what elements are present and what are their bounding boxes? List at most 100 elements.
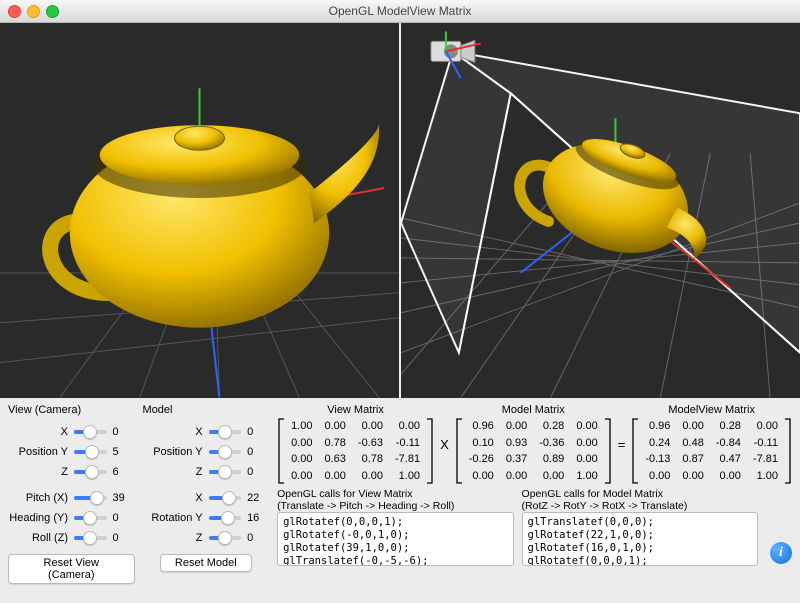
slider-label: Heading (Y) <box>8 512 74 524</box>
calls-code[interactable]: glRotatef(0,0,0,1);glRotatef(-0,0,1,0);g… <box>277 512 513 566</box>
bracket-right-icon <box>604 418 612 484</box>
slider-track[interactable] <box>209 496 242 500</box>
window-title: OpenGL ModelView Matrix <box>0 4 800 18</box>
slider-list: X0Position Y5Z6Pitch (X)39Heading (Y)0Ro… <box>8 422 135 548</box>
matrix-cell: 0.96 <box>463 418 500 435</box>
slider-track[interactable] <box>209 430 242 434</box>
info-button[interactable]: i <box>770 542 792 564</box>
matrix-cell: 0.78 <box>318 435 351 452</box>
matrix-cell: 1.00 <box>389 468 426 485</box>
slider-value: 0 <box>113 532 135 544</box>
view-calls: OpenGL calls for View Matrix(Translate -… <box>277 488 513 566</box>
calls-subtitle: (Translate -> Pitch -> Heading -> Roll) <box>277 500 513 512</box>
matrix-cell: 0.63 <box>318 451 351 468</box>
slider-track[interactable] <box>209 516 242 520</box>
slider-track[interactable] <box>74 516 107 520</box>
matrix-cell: 0.00 <box>676 418 709 435</box>
matrix-title: ModelView Matrix <box>668 404 755 416</box>
slider-value: 5 <box>113 446 135 458</box>
matrix-cell: -0.63 <box>352 435 389 452</box>
slider-track[interactable] <box>74 536 107 540</box>
slider-row: Z0 <box>143 528 270 548</box>
slider-label: Position Y <box>143 446 209 458</box>
slider-row: X0 <box>8 422 135 442</box>
slider-track[interactable] <box>74 430 107 434</box>
slider-label: Rotation Y <box>143 512 209 524</box>
matrix-cell: 0.00 <box>747 418 784 435</box>
slider-track[interactable] <box>209 470 242 474</box>
reset-view-button[interactable]: Reset View (Camera) <box>8 554 135 584</box>
code-line: glRotatef(39,1,0,0); <box>283 542 507 555</box>
matrix-cell: -0.36 <box>533 435 570 452</box>
viewport-camera[interactable] <box>0 23 399 398</box>
slider-row: X22 <box>143 488 270 508</box>
matrix-cell: 0.28 <box>533 418 570 435</box>
slider-row: Roll (Z)0 <box>8 528 135 548</box>
slider-label: Z <box>8 466 74 478</box>
calls-subtitle: (RotZ -> RotY -> RotX -> Translate) <box>522 500 758 512</box>
matrix-cell: 0.00 <box>500 468 533 485</box>
slider-row: X0 <box>143 422 270 442</box>
matrix-cell: 0.00 <box>463 468 500 485</box>
matrix-cell: 0.00 <box>710 468 747 485</box>
slider-label: X <box>143 492 209 504</box>
matrix-cell: -7.81 <box>389 451 426 468</box>
slider-value: 0 <box>247 426 269 438</box>
slider-track[interactable] <box>74 470 107 474</box>
matrix-cell: 0.00 <box>533 468 570 485</box>
matrix-cell: 0.78 <box>352 451 389 468</box>
slider-track[interactable] <box>74 450 107 454</box>
model-matrix: Model Matrix0.960.000.280.000.100.93-0.3… <box>455 404 612 484</box>
matrix-cell: -0.11 <box>389 435 426 452</box>
view-camera-group: View (Camera) X0Position Y5Z6Pitch (X)39… <box>8 404 135 595</box>
bracket-right-icon <box>784 418 792 484</box>
slider-list: X0Position Y0Z0X22Rotation Y16Z0 <box>143 422 270 548</box>
matrix-cell: 0.47 <box>710 451 747 468</box>
viewport-world[interactable] <box>399 23 800 398</box>
matrix-cell: 0.96 <box>639 418 676 435</box>
slider-value: 0 <box>247 466 269 478</box>
code-line: glRotatef(-0,0,1,0); <box>283 529 507 542</box>
code-line: glTranslatef(0,0,0); <box>528 516 752 529</box>
matrix-cell: -7.81 <box>747 451 784 468</box>
matrix-cell: 0.93 <box>500 435 533 452</box>
equals-operator: = <box>616 437 628 452</box>
slider-track[interactable] <box>74 496 107 500</box>
matrix-cell: 0.00 <box>570 451 603 468</box>
matrix-cell: 0.00 <box>285 451 318 468</box>
slider-track[interactable] <box>209 536 242 540</box>
slider-value: 6 <box>113 466 135 478</box>
slider-row: Z0 <box>143 462 270 482</box>
matrix-cell: 0.00 <box>318 418 351 435</box>
slider-row: Position Y5 <box>8 442 135 462</box>
matrix-cell: -0.13 <box>639 451 676 468</box>
slider-row: Position Y0 <box>143 442 270 462</box>
slider-label: Z <box>143 532 209 544</box>
reset-model-button[interactable]: Reset Model <box>160 554 252 572</box>
matrix-cell: 0.00 <box>500 418 533 435</box>
slider-row: Pitch (X) 39 <box>8 488 135 508</box>
matrix-cell: 0.00 <box>676 468 709 485</box>
calls-code[interactable]: glTranslatef(0,0,0);glRotatef(22,1,0,0);… <box>522 512 758 566</box>
matrix-cell: 0.87 <box>676 451 709 468</box>
matrix-cell: 0.00 <box>570 418 603 435</box>
model-group: Model X0Position Y0Z0X22Rotation Y16Z0 R… <box>143 404 270 595</box>
code-line: glRotatef(0,0,0,1); <box>528 555 752 566</box>
slider-value: 0 <box>113 512 135 524</box>
matrix-title: Model Matrix <box>502 404 565 416</box>
calls-title: OpenGL calls for Model Matrix <box>522 488 758 500</box>
matrix-cell: 0.28 <box>710 418 747 435</box>
slider-track[interactable] <box>209 450 242 454</box>
matrix-cell: 0.00 <box>639 468 676 485</box>
slider-label: X <box>8 426 74 438</box>
matrix-cell: 0.00 <box>352 468 389 485</box>
calls-title: OpenGL calls for View Matrix <box>277 488 513 500</box>
matrix-cell: 0.00 <box>318 468 351 485</box>
slider-row: Heading (Y) 0 <box>8 508 135 528</box>
slider-value: 39 <box>113 492 135 504</box>
matrices-area: View Matrix1.000.000.000.000.000.78-0.63… <box>277 404 792 595</box>
code-line: glTranslatef(-0,-5,-6); <box>283 555 507 566</box>
matrix-cell: 0.00 <box>352 418 389 435</box>
bracket-left-icon <box>631 418 639 484</box>
slider-label: Pitch (X) <box>8 492 74 504</box>
